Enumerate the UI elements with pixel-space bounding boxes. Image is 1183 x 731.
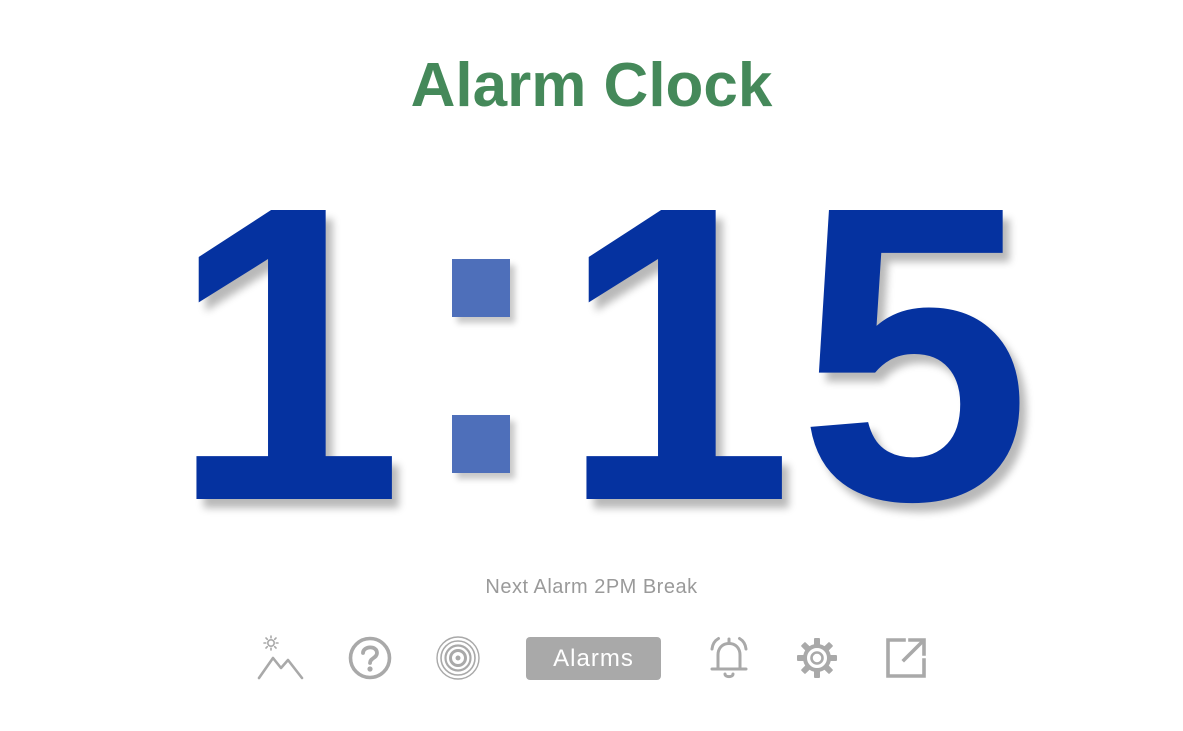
external-link-icon[interactable] [884,634,930,682]
separator-dot-top [452,259,510,317]
help-icon[interactable] [346,634,394,682]
next-alarm-prefix: Next Alarm [485,576,589,598]
clock-minutes: 15 [560,120,1036,589]
ripple-icon[interactable] [434,634,482,682]
toolbar: Alarms [0,634,1183,682]
next-alarm-time: 2PM [594,576,637,598]
separator-dot-bottom [452,415,510,473]
clock-display: 1 15 [0,120,1183,589]
bell-icon[interactable] [706,634,752,682]
clock-separator [452,175,510,535]
gear-icon[interactable] [794,634,840,682]
clock-hours: 1 [170,120,404,589]
landscape-sun-icon[interactable] [255,634,305,682]
alarm-clock-page: Alarm Clock 1 15 Next Alarm 2PM Break Al… [0,0,1183,731]
next-alarm-label: Break [642,576,698,598]
page-title: Alarm Clock [410,51,773,120]
alarms-button[interactable]: Alarms [526,637,661,680]
next-alarm-info: Next Alarm 2PM Break [0,576,1183,599]
